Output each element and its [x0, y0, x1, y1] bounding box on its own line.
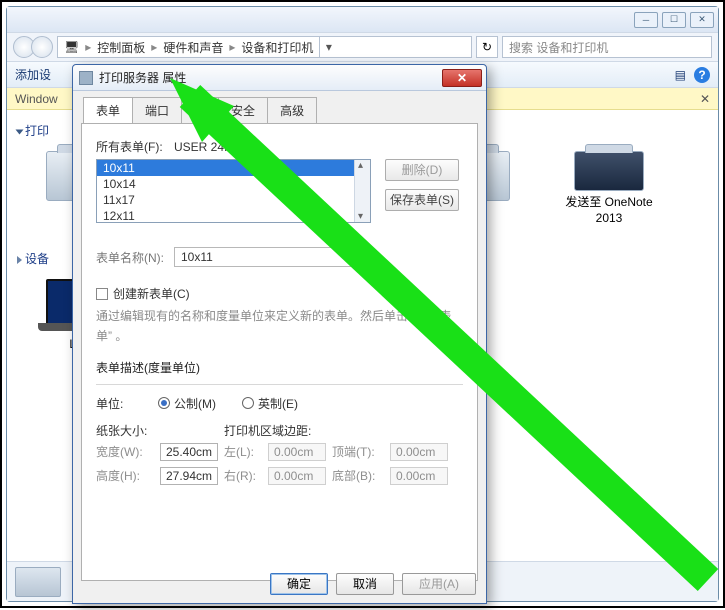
tab-panel-forms: 所有表单(F): USER 24ID 10x11 10x14 11x17 12x…: [81, 123, 478, 581]
add-device-button[interactable]: 添加设: [15, 66, 51, 83]
bottom-input[interactable]: 0.00cm: [390, 467, 448, 485]
print-margin-label: 打印机区域边距:: [224, 422, 311, 439]
height-input[interactable]: 27.94cm: [160, 467, 218, 485]
cancel-button[interactable]: 取消: [336, 573, 394, 595]
left-label: 左(L):: [224, 443, 262, 460]
bottom-label: 底部(B):: [332, 467, 384, 484]
width-label: 宽度(W):: [96, 443, 154, 460]
unit-label: 单位:: [96, 395, 158, 412]
all-forms-label: 所有表单(F):: [96, 138, 174, 155]
search-input[interactable]: 搜索 设备和打印机: [502, 36, 712, 58]
right-input[interactable]: 0.00cm: [268, 467, 326, 485]
listbox-scrollbar[interactable]: [354, 160, 370, 222]
tab-security[interactable]: 安全: [218, 97, 268, 123]
apply-button[interactable]: 应用(A): [402, 573, 476, 595]
height-label: 高度(H):: [96, 467, 154, 484]
list-item[interactable]: 11x17: [97, 192, 370, 208]
breadcrumb-sep: ▸: [151, 40, 157, 54]
delete-button[interactable]: 删除(D): [385, 159, 459, 181]
dialog-buttons: 确定 取消 应用(A): [270, 573, 476, 595]
dialog-icon: [79, 71, 93, 85]
forward-button[interactable]: [31, 36, 53, 58]
create-new-form-label: 创建新表单(C): [113, 285, 190, 302]
refresh-button[interactable]: ↻: [476, 36, 498, 58]
list-item[interactable]: 10x14: [97, 176, 370, 192]
printer-icon: [574, 151, 644, 191]
address-dropdown[interactable]: ▾: [319, 37, 337, 57]
ok-button[interactable]: 确定: [270, 573, 328, 595]
print-server-properties-dialog: 打印服务器 属性 ✕ 表单 端口 驱 安全 高级 所有表单(F): USER 2…: [72, 64, 487, 604]
breadcrumb-item-1[interactable]: 控制面板: [97, 39, 145, 56]
save-form-button[interactable]: 保存表单(S): [385, 189, 459, 211]
list-item[interactable]: 10x11: [97, 160, 370, 176]
paper-size-label: 纸张大小:: [96, 422, 224, 439]
top-label: 顶端(T):: [332, 443, 384, 460]
navigation-bar: 🖥 ▸ 控制面板 ▸ 硬件和声音 ▸ 设备和打印机 ▾ ↻ 搜索 设备和打印机: [7, 32, 718, 62]
tab-ports[interactable]: 端口: [132, 97, 182, 123]
dialog-tabs: 表单 端口 驱 安全 高级: [73, 91, 486, 123]
printer-item[interactable]: 发送至 OneNote 2013: [559, 151, 659, 226]
create-new-form-checkbox[interactable]: [96, 288, 108, 300]
close-button[interactable]: ✕: [690, 12, 714, 28]
right-label: 右(R):: [224, 467, 262, 484]
status-printer-icon: [15, 567, 61, 597]
breadcrumb-root-icon: 🖥: [64, 40, 79, 54]
minimize-button[interactable]: ─: [634, 12, 658, 28]
breadcrumb-sep: ▸: [85, 40, 91, 54]
desc-title: 表单描述(度量单位): [96, 359, 463, 376]
search-placeholder: 搜索 设备和打印机: [509, 39, 608, 56]
breadcrumb-item-2[interactable]: 硬件和声音: [163, 39, 223, 56]
hint-text: 通过编辑现有的名称和度量单位来定义新的表单。然后单击 “保存表单” 。: [96, 306, 463, 347]
form-name-label: 表单名称(N):: [96, 249, 174, 266]
address-bar[interactable]: 🖥 ▸ 控制面板 ▸ 硬件和声音 ▸ 设备和打印机 ▾: [57, 36, 472, 58]
tab-drivers[interactable]: 驱: [181, 97, 219, 123]
titlebar: ─ ☐ ✕: [7, 7, 718, 32]
dialog-title: 打印服务器 属性: [99, 69, 442, 86]
dialog-close-button[interactable]: ✕: [442, 69, 482, 87]
radio-metric[interactable]: [158, 397, 170, 409]
printer-label: 发送至 OneNote 2013: [559, 195, 659, 226]
top-input[interactable]: 0.00cm: [390, 443, 448, 461]
tab-forms[interactable]: 表单: [83, 97, 133, 123]
help-icon[interactable]: ?: [694, 67, 710, 83]
width-input[interactable]: 25.40cm: [160, 443, 218, 461]
forms-listbox[interactable]: 10x11 10x14 11x17 12x11: [96, 159, 371, 223]
info-text: Window: [15, 92, 58, 106]
radio-metric-label: 公制(M): [174, 395, 216, 412]
breadcrumb-item-3[interactable]: 设备和打印机: [241, 39, 313, 56]
server-name: USER 24ID: [174, 140, 236, 154]
list-item[interactable]: 12x11: [97, 208, 370, 223]
info-close[interactable]: ✕: [700, 92, 710, 106]
form-name-input[interactable]: 10x11: [174, 247, 370, 267]
view-icon[interactable]: ▤: [675, 68, 686, 82]
breadcrumb-sep: ▸: [229, 40, 235, 54]
maximize-button[interactable]: ☐: [662, 12, 686, 28]
radio-imperial[interactable]: [242, 397, 254, 409]
radio-imperial-label: 英制(E): [258, 395, 298, 412]
tab-advanced[interactable]: 高级: [267, 97, 317, 123]
dialog-titlebar[interactable]: 打印服务器 属性 ✕: [73, 65, 486, 91]
left-input[interactable]: 0.00cm: [268, 443, 326, 461]
